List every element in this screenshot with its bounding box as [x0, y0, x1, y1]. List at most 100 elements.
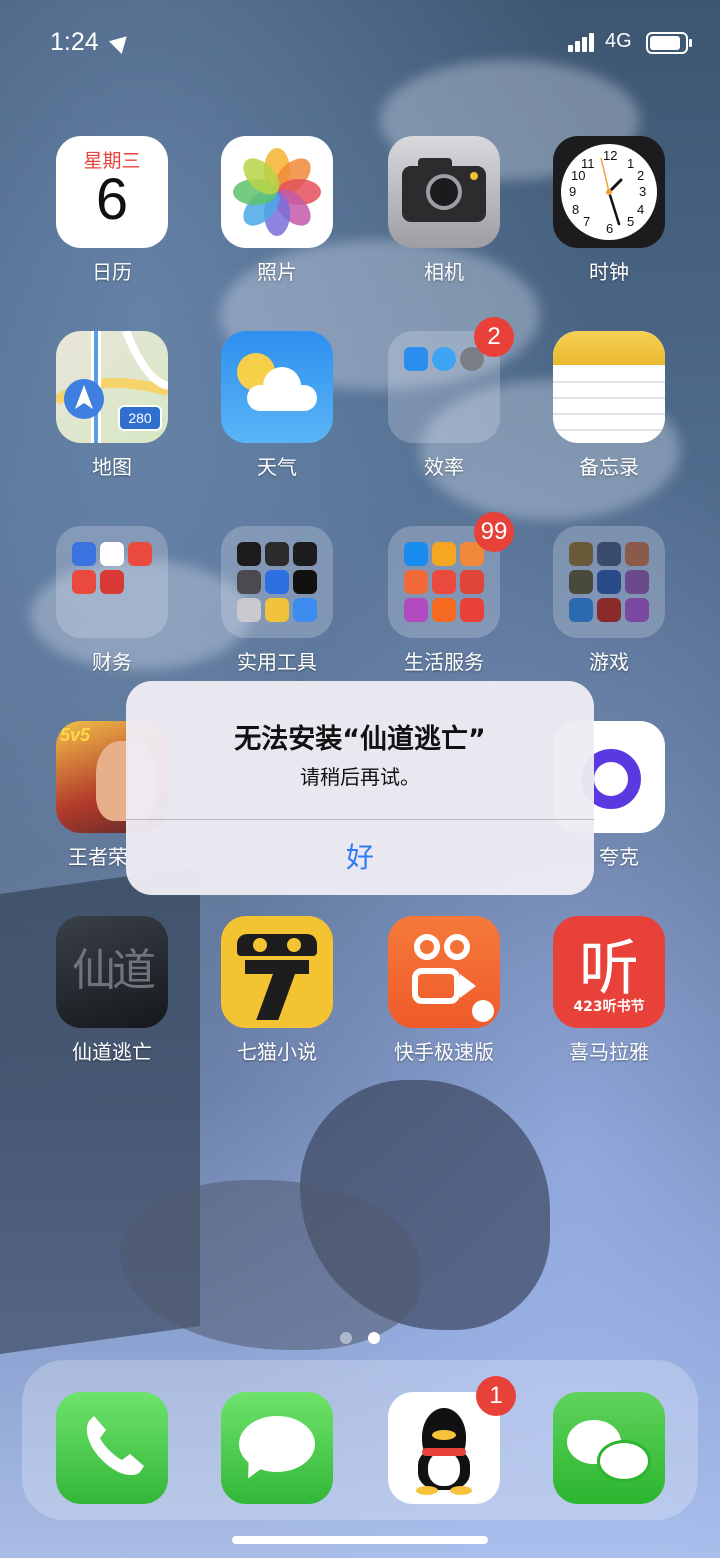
- app-label: 天气: [257, 455, 297, 479]
- mini-app-icon: [72, 570, 96, 594]
- route-shield: 280: [118, 405, 162, 431]
- app-label: 生活服务: [404, 650, 484, 674]
- game-icon: [625, 598, 649, 622]
- xiandao-art-text: 仙道: [72, 945, 156, 996]
- game-icon: [569, 542, 593, 566]
- home-indicator[interactable]: [232, 1536, 488, 1544]
- taobao-icon: [432, 598, 456, 622]
- mini-app-icon: [460, 598, 484, 622]
- mini-app-icon: [293, 542, 317, 566]
- clock-icon: 12 3 6 9 1 2 4 5 7 8 10 11: [553, 136, 665, 248]
- dock-app-wechat[interactable]: [553, 1392, 665, 1504]
- mini-app-icon: [237, 542, 261, 566]
- mini-app-icon: [128, 542, 152, 566]
- safari-icon: [432, 347, 456, 371]
- page-dot-current: [368, 1332, 380, 1344]
- game-icon: [569, 570, 593, 594]
- app-maps[interactable]: 280 地图: [56, 331, 168, 480]
- app-label: 时钟: [589, 260, 629, 284]
- weather-sun-cloud-icon: [221, 331, 333, 443]
- folder-icon: 2: [388, 317, 514, 443]
- camera-icon: [388, 136, 500, 248]
- app-label: 游戏: [589, 650, 629, 674]
- lightning-badge-icon: [472, 1000, 494, 1022]
- contacts-icon: [237, 598, 261, 622]
- app-clock[interactable]: 12 3 6 9 1 2 4 5 7 8 10 11 时钟: [553, 136, 665, 285]
- mini-app-icon: [72, 542, 96, 566]
- calendar-day-number: 6: [95, 167, 129, 232]
- alipay-icon: [404, 542, 428, 566]
- alert-message: 请稍后再试。: [300, 765, 420, 789]
- app-photos[interactable]: 照片: [221, 136, 333, 285]
- app-weather[interactable]: 天气: [221, 331, 333, 480]
- app-label: 相机: [424, 260, 464, 284]
- app-kuaishou-lite[interactable]: 快手极速版: [388, 916, 500, 1065]
- calendar-icon: 星期三 6: [56, 136, 168, 248]
- notification-badge: 2: [474, 317, 514, 357]
- files-icon: [293, 598, 317, 622]
- kuaishou-camera-icon: [388, 916, 500, 1028]
- app-label: 备忘录: [579, 455, 639, 479]
- app-qimao-novel[interactable]: 七猫小说: [221, 916, 333, 1065]
- folder-icon: [56, 526, 168, 638]
- xiandao-taowang-icon: 仙道: [56, 916, 168, 1028]
- app-calendar[interactable]: 星期三 6 日历: [56, 136, 168, 285]
- app-label: 日历: [92, 260, 132, 284]
- notification-badge: 1: [476, 1376, 516, 1416]
- qimao-cat-icon: [221, 916, 333, 1028]
- dock-app-qq[interactable]: 1: [388, 1376, 516, 1504]
- app-notes[interactable]: 备忘录: [553, 331, 665, 480]
- page-indicator[interactable]: [340, 1332, 384, 1346]
- game-icon: [597, 570, 621, 594]
- app-label: 地图: [92, 455, 132, 479]
- app-label: 快手极速版: [394, 1040, 494, 1064]
- mini-app-icon: [100, 570, 124, 594]
- mini-app-icon: [432, 570, 456, 594]
- app-store-icon: [404, 347, 428, 371]
- app-label: 照片: [257, 260, 297, 284]
- mini-app-icon: [432, 542, 456, 566]
- app-ximalaya[interactable]: 听 423听书节 喜马拉雅: [553, 916, 665, 1065]
- status-time: 1:24: [50, 28, 99, 56]
- maps-icon: 280: [56, 331, 168, 443]
- game-icon: [625, 542, 649, 566]
- cellular-signal-icon: [568, 32, 598, 52]
- network-type: 4G: [605, 30, 632, 52]
- folder-finance[interactable]: 财务: [56, 526, 168, 675]
- game-icon: [569, 598, 593, 622]
- folder-utilities[interactable]: 实用工具: [221, 526, 333, 675]
- ximalaya-glyph: 听: [579, 934, 639, 1004]
- wechat-icon: [553, 1392, 665, 1504]
- notes-icon: [553, 331, 665, 443]
- app-label: 喜马拉雅: [569, 1040, 649, 1064]
- game-icon: [597, 598, 621, 622]
- battery-icon: [646, 32, 692, 54]
- app-label: 七猫小说: [237, 1040, 317, 1064]
- app-camera[interactable]: 相机: [388, 136, 500, 285]
- app-label: 效率: [424, 455, 464, 479]
- app-xiandao-taowang[interactable]: 仙道 仙道逃亡: [56, 916, 168, 1065]
- folder-life-services[interactable]: 99 生活服务: [388, 512, 514, 675]
- folder-icon: [221, 526, 333, 638]
- photos-flower-icon: [221, 136, 333, 248]
- mini-app-icon: [404, 598, 428, 622]
- ximalaya-subtitle: 423听书节: [573, 999, 645, 1015]
- ximalaya-icon: 听 423听书节: [553, 916, 665, 1028]
- alert-ok-button[interactable]: 好: [126, 820, 594, 895]
- phone-icon: [56, 1392, 168, 1504]
- folder-efficiency[interactable]: 2 效率: [388, 317, 514, 480]
- game-icon: [597, 542, 621, 566]
- install-error-alert: 无法安装“仙道逃亡” 请稍后再试。 好: [126, 681, 594, 895]
- location-arrow-icon: [108, 29, 134, 55]
- folder-games[interactable]: 游戏: [553, 526, 665, 675]
- folder-icon: 99: [388, 512, 514, 638]
- tips-icon: [265, 598, 289, 622]
- notification-badge: 99: [474, 512, 514, 552]
- alert-title: 无法安装“仙道逃亡”: [234, 724, 486, 755]
- app-label: 仙道逃亡: [72, 1040, 152, 1064]
- dock-app-messages[interactable]: [221, 1392, 333, 1504]
- dock-app-phone[interactable]: [56, 1392, 168, 1504]
- app-label: 实用工具: [237, 650, 317, 674]
- folder-icon: [553, 526, 665, 638]
- mini-app-icon: [460, 570, 484, 594]
